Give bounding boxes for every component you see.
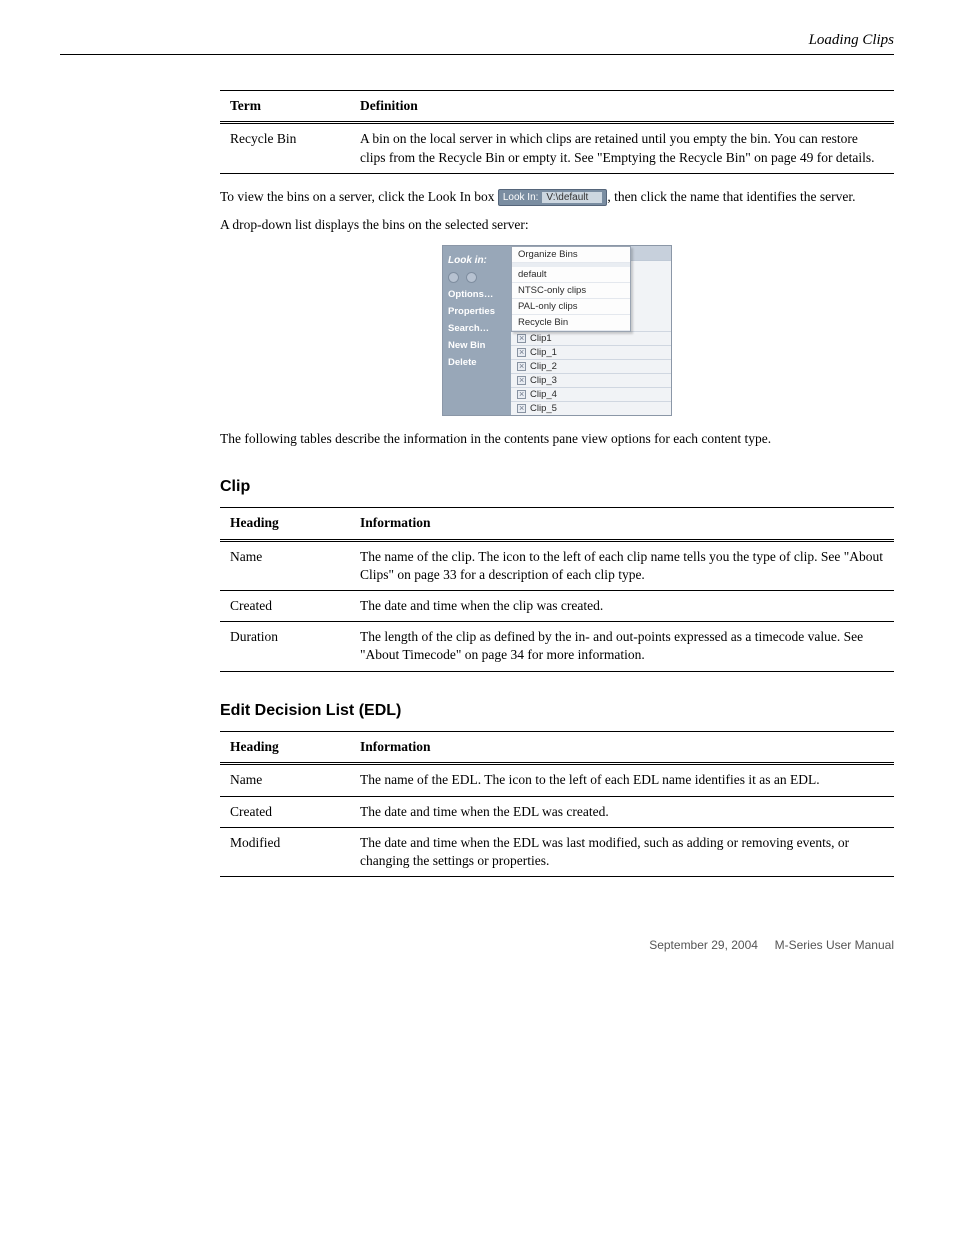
- list-item[interactable]: Clip_4: [511, 387, 671, 401]
- bins-dropdown[interactable]: Organize Bins default NTSC-only clips PA…: [511, 246, 631, 332]
- table-row: Recycle Bin A bin on the local server in…: [220, 123, 894, 173]
- clip-icon: [517, 376, 526, 385]
- menu-item[interactable]: NTSC-only clips: [512, 283, 630, 299]
- clip-icon: [517, 348, 526, 357]
- table-row: NameThe name of the EDL. The icon to the…: [220, 764, 894, 796]
- edl-table: Heading Information NameThe name of the …: [220, 731, 894, 877]
- body-text: The following tables describe the inform…: [220, 430, 894, 448]
- list-item[interactable]: Clip_3: [511, 373, 671, 387]
- lookin-box-icon[interactable]: Look In:V:\default: [498, 189, 607, 206]
- edl-subhead: Edit Decision List (EDL): [220, 700, 894, 722]
- properties-button[interactable]: Properties: [448, 306, 506, 317]
- menu-item[interactable]: Organize Bins: [512, 247, 630, 263]
- col-heading: Heading: [220, 732, 350, 764]
- clip-icon: [517, 390, 526, 399]
- options-button[interactable]: Options…: [448, 289, 506, 300]
- col-term: Term: [220, 91, 350, 123]
- definitions-table: Term Definition Recycle Bin A bin on the…: [220, 90, 894, 174]
- body-text: To view the bins on a server, click the …: [220, 188, 894, 206]
- table-row: NameThe name of the clip. The icon to th…: [220, 540, 894, 590]
- clip-icon: [517, 334, 526, 343]
- list-item[interactable]: Clip1: [511, 331, 671, 345]
- page-title: Loading Clips: [809, 32, 894, 48]
- bins-dropdown-screenshot: Look in: Options… Properties Search… New…: [442, 245, 672, 416]
- nav-dot-icon: [466, 272, 477, 283]
- delete-button[interactable]: Delete: [448, 357, 506, 368]
- search-button[interactable]: Search…: [448, 323, 506, 334]
- list-item[interactable]: Clip_2: [511, 359, 671, 373]
- table-row: DurationThe length of the clip as define…: [220, 622, 894, 671]
- body-text: A drop-down list displays the bins on th…: [220, 216, 894, 234]
- list-item[interactable]: Clip_1: [511, 345, 671, 359]
- new-bin-button[interactable]: New Bin: [448, 340, 506, 351]
- page-footer: September 29, 2004 M-Series User Manual: [60, 937, 894, 953]
- col-def: Definition: [350, 91, 894, 123]
- col-info: Information: [350, 732, 894, 764]
- clip-icon: [517, 362, 526, 371]
- clip-table: Heading Information NameThe name of the …: [220, 507, 894, 671]
- list-item[interactable]: Clip_5: [511, 401, 671, 415]
- table-row: CreatedThe date and time when the clip w…: [220, 591, 894, 622]
- menu-item[interactable]: PAL-only clips: [512, 299, 630, 315]
- table-row: ModifiedThe date and time when the EDL w…: [220, 827, 894, 876]
- def-cell: A bin on the local server in which clips…: [350, 123, 894, 173]
- lookin-label: Look in:: [448, 256, 506, 266]
- clip-subhead: Clip: [220, 476, 894, 498]
- menu-item[interactable]: Recycle Bin: [512, 315, 630, 331]
- nav-dot-icon: [448, 272, 459, 283]
- menu-item[interactable]: default: [512, 267, 630, 283]
- clip-icon: [517, 404, 526, 413]
- table-row: CreatedThe date and time when the EDL wa…: [220, 796, 894, 827]
- col-info: Information: [350, 508, 894, 540]
- term-cell: Recycle Bin: [220, 123, 350, 173]
- header-strip: [631, 246, 671, 260]
- col-heading: Heading: [220, 508, 350, 540]
